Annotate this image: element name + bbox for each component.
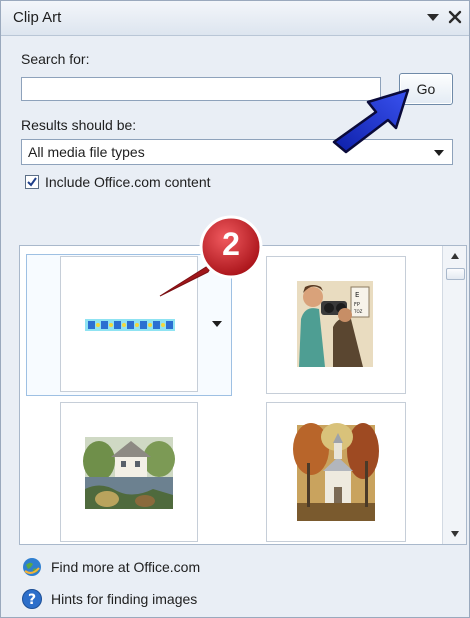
close-icon[interactable] <box>447 9 463 25</box>
results-gallery: E FP TOZ <box>19 245 467 545</box>
svg-text:E: E <box>355 291 359 299</box>
optometrist-image: E FP TOZ <box>297 281 373 367</box>
pane-title-bar: Clip Art <box>1 1 469 36</box>
step-number: 2 <box>222 226 240 262</box>
results-scrollbar[interactable] <box>442 246 466 544</box>
clip-decorative-border[interactable] <box>60 256 198 392</box>
decorative-border-image <box>85 319 175 331</box>
autumn-church-image <box>293 423 379 521</box>
include-office-label: Include Office.com content <box>45 174 211 190</box>
svg-text:FP: FP <box>354 302 360 308</box>
scroll-up-icon[interactable] <box>450 252 460 260</box>
svg-text:?: ? <box>28 592 36 608</box>
pointer-arrow-icon <box>332 88 410 154</box>
clip-optometrist[interactable]: E FP TOZ <box>266 256 406 394</box>
clip-menu-chevron-icon[interactable] <box>212 321 222 327</box>
pane-options-icon[interactable] <box>425 10 441 24</box>
globe-icon <box>23 558 41 576</box>
include-office-checkbox[interactable] <box>25 175 39 189</box>
find-more-label: Find more at Office.com <box>51 559 201 575</box>
cottage-pond-image <box>83 437 175 509</box>
scroll-down-icon[interactable] <box>450 530 460 538</box>
results-label: Results should be: <box>21 117 137 133</box>
step-badge: 2 <box>198 214 264 280</box>
svg-text:TOZ: TOZ <box>353 309 363 314</box>
search-label: Search for: <box>21 51 90 67</box>
clip-church-in-autumn[interactable] <box>266 402 406 542</box>
help-icon: ? <box>22 589 42 609</box>
chevron-down-icon <box>434 150 444 156</box>
search-input[interactable] <box>21 77 381 101</box>
scroll-thumb[interactable] <box>446 268 465 280</box>
clip-cottage-by-pond[interactable] <box>60 402 198 542</box>
media-type-value: All media file types <box>28 144 145 160</box>
pane-title: Clip Art <box>13 9 62 26</box>
checkmark-icon <box>27 177 37 187</box>
hints-label: Hints for finding images <box>51 591 198 607</box>
